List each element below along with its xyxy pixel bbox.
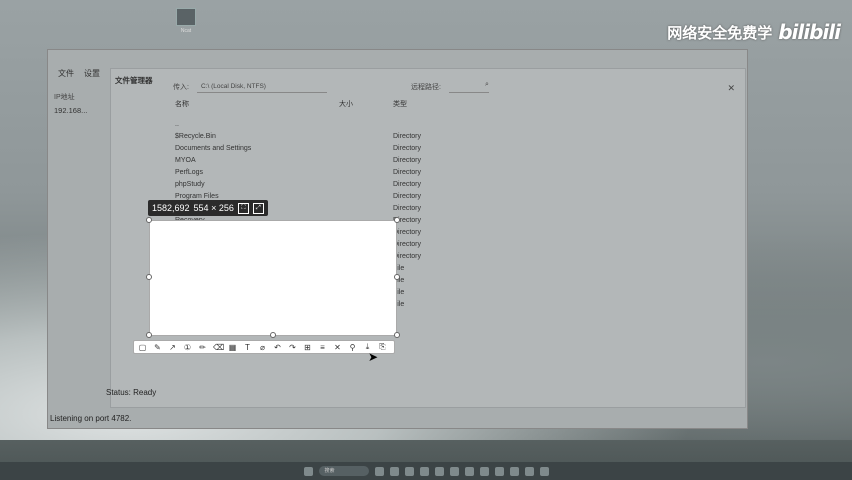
capture-size: 554 × 256 [193,203,234,213]
watermark-text: 网络安全免费学 [667,24,773,42]
taskbar-app-icon[interactable] [374,466,384,476]
col-ip[interactable]: IP地址 [54,92,75,102]
path-row: 传入: C:\ (Local Disk, NTFS) 远程路径: ⌕ [173,81,489,93]
remote-path-label: 远程路径: [410,84,441,91]
window-titlebar[interactable] [48,50,747,62]
taskbar-app-icon[interactable] [434,466,444,476]
file-type: Directory [393,193,422,200]
taskbar-app-icon[interactable] [494,466,504,476]
file-name: Program Files [175,193,219,200]
col-name[interactable]: 名称 [175,99,189,109]
arrow-icon[interactable]: ↗ [168,343,177,352]
resize-handle[interactable] [146,332,152,338]
capture-coords: 1582,692 [152,203,190,213]
col-size[interactable]: 大小 [339,99,353,109]
undo-icon[interactable]: ↶ [273,343,282,352]
marker-icon[interactable]: ✏ [198,343,207,352]
file-row[interactable]: PerfLogs Directory [175,169,485,181]
resize-handle[interactable] [270,332,276,338]
capture-toolbar: ▢ ✎ ↗ ① ✏ ⌫ ▦ T ⌀ ↶ ↷ ⊞ ≡ ✕ ⚲ ⤓ ⎘ [133,340,395,354]
resize-handle[interactable] [394,274,400,280]
pin-icon[interactable]: ⊞ [303,343,312,352]
search-input[interactable]: 搜索 [318,466,369,476]
close-icon[interactable]: ✕ [727,83,735,94]
file-type: Directory [393,205,422,212]
path-select[interactable]: C:\ (Local Disk, NTFS) [196,81,327,93]
listening-text: Listening on port 4782. [50,414,132,423]
expand-icon[interactable]: ⤢ [252,202,264,214]
file-type: Directory [393,157,422,164]
file-type: Directory [393,169,422,176]
menu-file[interactable]: 文件 [58,68,74,79]
file-name: phpStudy [175,181,205,188]
capture-region[interactable] [149,220,397,336]
taskbar-app-icon[interactable] [449,466,459,476]
taskbar: 搜索 [0,462,852,480]
number-icon[interactable]: ① [183,343,192,352]
status-text: Status: Ready [106,388,157,397]
eraser-icon[interactable]: ⌫ [213,343,224,352]
close-icon[interactable]: ✕ [333,343,342,352]
copy-icon[interactable]: ⎘ [378,342,387,352]
taskbar-app-icon[interactable] [479,466,489,476]
redo-icon[interactable]: ↷ [288,343,297,352]
file-type: Directory [393,133,422,140]
watermark: 网络安全免费学 bilibili [667,20,841,44]
resize-handle[interactable] [146,217,152,223]
fullscreen-icon[interactable]: ⛶ [237,202,249,214]
file-name: .. [175,121,179,128]
menu-bar: 文件 设置 [58,68,100,79]
file-name: Documents and Settings [175,145,252,152]
file-row[interactable]: .. [175,121,485,133]
mosaic-icon[interactable]: ▦ [228,343,237,352]
taskbar-app-icon[interactable] [419,466,429,476]
file-type: Directory [393,145,422,152]
bilibili-logo: bilibili [778,20,841,44]
menu-settings[interactable]: 设置 [84,68,100,79]
resize-handle[interactable] [394,217,400,223]
file-name: PerfLogs [175,169,204,176]
ocr-icon[interactable]: ≡ [318,343,327,352]
tab-file-manager[interactable]: 文件管理器 [115,75,153,86]
clear-icon[interactable]: ⌀ [258,343,267,352]
path-label: 传入: [173,84,189,91]
file-type: Directory [393,253,422,260]
pen-icon[interactable]: ✎ [153,343,162,352]
file-name: $Recycle.Bin [175,133,216,140]
text-icon[interactable]: T [243,343,252,352]
taskbar-app-icon[interactable] [539,466,549,476]
resize-handle[interactable] [394,332,400,338]
taskbar-app-icon[interactable] [404,466,414,476]
file-type: Directory [393,181,422,188]
resize-handle[interactable] [146,274,152,280]
file-row[interactable]: MYOA Directory [175,157,485,169]
file-row[interactable]: phpStudy Directory [175,181,485,193]
capture-info: 1582,692 554 × 256 ⛶ ⤢ [148,200,268,216]
cursor-icon: ➤ [368,350,379,364]
taskbar-app-icon[interactable] [509,466,519,476]
taskbar-app-icon[interactable] [389,466,399,476]
file-name: MYOA [175,157,196,164]
file-type: Directory [393,229,422,236]
col-type[interactable]: 类型 [393,99,407,109]
app-icon [176,8,196,26]
pin2-icon[interactable]: ⚲ [348,343,357,352]
file-type: Directory [393,241,422,248]
start-icon[interactable] [303,466,313,476]
search-icon[interactable]: ⌕ [448,81,489,93]
file-row[interactable]: $Recycle.Bin Directory [175,133,485,145]
taskbar-app-icon[interactable] [464,466,474,476]
rect-icon[interactable]: ▢ [138,343,147,352]
desktop-icon-label: Ncat [180,28,192,34]
file-row[interactable]: Documents and Settings Directory [175,145,485,157]
desktop-icon[interactable]: Ncat [174,8,198,36]
taskbar-app-icon[interactable] [524,466,534,476]
